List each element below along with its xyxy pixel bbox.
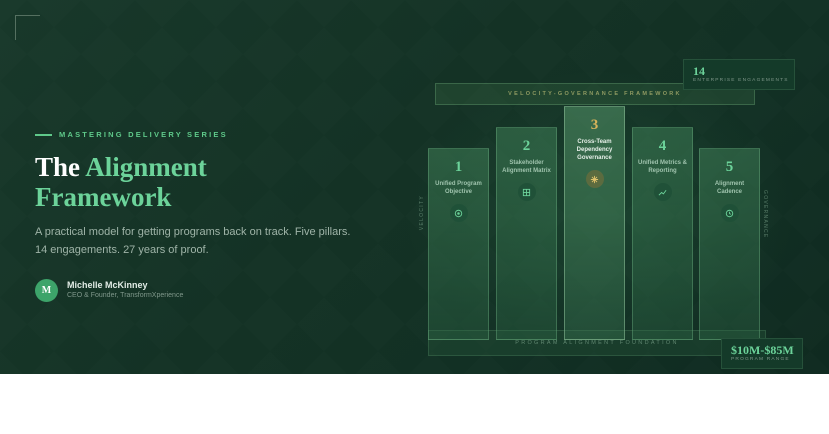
velocity-side-label: VELOCITY — [419, 195, 425, 231]
pillar-label: Cross-Team Dependency Governance — [576, 139, 613, 161]
pillar-label: Alignment Cadence — [714, 181, 745, 195]
corner-bracket — [15, 15, 40, 40]
pillar-number: 2 — [522, 138, 531, 154]
trend-chart-icon — [653, 183, 672, 201]
pillar-number: 5 — [725, 159, 734, 175]
kicker-line — [35, 133, 52, 136]
engagements-badge: 14 ENTERPRISE ENGAGEMENTS — [683, 59, 795, 90]
description-line-2: 14 engagements. 27 years of proof. — [35, 243, 209, 256]
kicker-text: MASTERING DELIVERY SERIES — [59, 130, 228, 139]
foundation-label: PROGRAM ALIGNMENT FOUNDATION — [515, 340, 679, 346]
program-range-value: $10M-$85M — [731, 343, 794, 357]
author-role: CEO & Founder, TransformXperience — [67, 292, 184, 299]
author-block: M Michelle McKinney CEO & Founder, Trans… — [35, 279, 183, 302]
pillar-label: Unified Program Objective — [435, 181, 482, 195]
page-title: The Alignment Framework — [35, 152, 207, 212]
framework-top-label: VELOCITY-GOVERNANCE FRAMEWORK — [508, 91, 682, 97]
description: A practical model for getting programs b… — [35, 224, 355, 259]
pillar-number: 3 — [590, 117, 599, 133]
pillar-4: 4 Unified Metrics & Reporting — [632, 127, 693, 340]
hero-section: MASTERING DELIVERY SERIES The Alignment … — [0, 0, 829, 374]
program-range-badge: $10M-$85M PROGRAM RANGE — [721, 338, 803, 369]
pillar-label: Unified Metrics & Reporting — [637, 160, 687, 174]
author-name: Michelle McKinney — [67, 280, 148, 290]
grid-icon — [517, 183, 536, 201]
sparkle-icon — [585, 170, 604, 188]
target-icon — [449, 204, 468, 222]
engagements-label: ENTERPRISE ENGAGEMENTS — [693, 78, 789, 83]
clock-icon — [720, 204, 739, 222]
pillar-number: 4 — [658, 138, 667, 154]
governance-side-label: GOVERNANCE — [762, 190, 768, 239]
pillar-2: 2 Stakeholder Alignment Matrix — [496, 127, 557, 340]
engagements-value: 14 — [693, 64, 705, 78]
description-line-1: A practical model for getting programs b… — [35, 226, 351, 238]
pillar-1: 1 Unified Program Objective — [428, 148, 489, 340]
pillar-3: 3 Cross-Team Dependency Governance — [564, 106, 625, 340]
title-accent-2: Framework — [35, 182, 172, 212]
program-range-label: PROGRAM RANGE — [731, 357, 790, 362]
series-kicker: MASTERING DELIVERY SERIES — [35, 130, 228, 139]
pillar-5: 5 Alignment Cadence — [699, 148, 760, 340]
pillar-number: 1 — [454, 159, 463, 175]
title-lead: The — [35, 152, 81, 182]
avatar: M — [35, 279, 58, 302]
pillar-label: Stakeholder Alignment Matrix — [502, 160, 551, 174]
title-accent: Alignment — [85, 152, 207, 182]
